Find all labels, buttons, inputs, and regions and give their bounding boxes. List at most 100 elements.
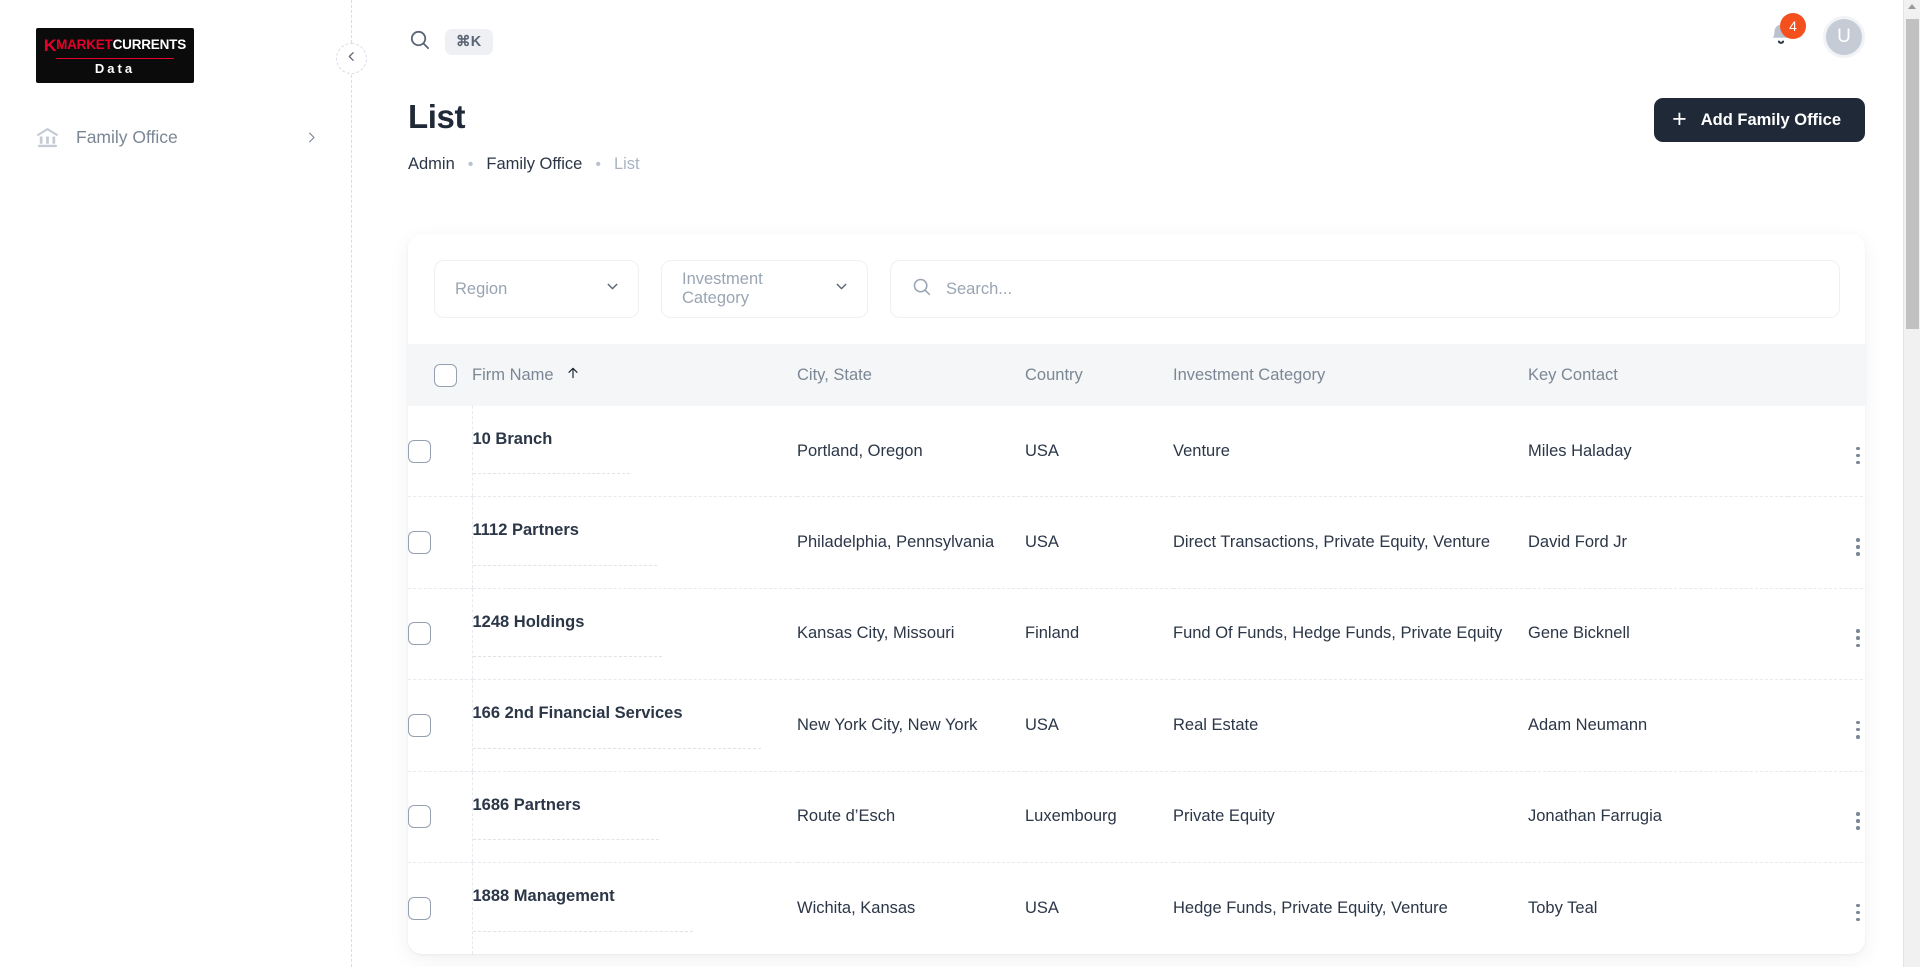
brand-wordmark: K MARKET CURRENTS <box>44 37 186 54</box>
cell-country: USA <box>1025 863 1173 954</box>
table-row[interactable]: 1248 Holdings Kansas City, Missouri Finl… <box>408 588 1865 679</box>
cell-key-contact: Toby Teal <box>1528 863 1788 954</box>
kebab-menu-icon[interactable] <box>1852 900 1864 926</box>
region-filter-select[interactable]: Region <box>434 260 639 318</box>
cell-key-contact: David Ford Jr <box>1528 497 1788 588</box>
firm-name-text: 10 Branch <box>473 428 631 474</box>
main-content: ⌘K 4 U List Admin <box>351 0 1920 967</box>
cell-investment-category: Private Equity <box>1173 771 1528 862</box>
brand-market-text: MARKET <box>56 38 113 52</box>
cell-actions <box>1788 680 1865 771</box>
row-checkbox[interactable] <box>408 897 431 920</box>
row-select-cell <box>408 588 472 679</box>
cell-actions <box>1788 588 1865 679</box>
row-checkbox[interactable] <box>408 805 431 828</box>
breadcrumb-separator: • <box>595 157 601 173</box>
cell-investment-category: Hedge Funds, Private Equity, Venture <box>1173 863 1528 954</box>
cell-city-state: Kansas City, Missouri <box>797 588 1025 679</box>
cell-firm-name[interactable]: 1248 Holdings <box>472 588 797 679</box>
filter-bar: Region Investment Category <box>408 234 1865 344</box>
select-all-checkbox[interactable] <box>434 364 457 387</box>
notifications-button[interactable]: 4 <box>1767 21 1797 53</box>
table-row[interactable]: 1112 Partners Philadelphia, Pennsylvania… <box>408 497 1865 588</box>
cell-firm-name[interactable]: 1112 Partners <box>472 497 797 588</box>
breadcrumb-separator: • <box>468 157 474 173</box>
firm-name-text: 166 2nd Financial Services <box>473 702 761 748</box>
sidebar-item-family-office[interactable]: Family Office <box>26 116 327 158</box>
add-family-office-label: Add Family Office <box>1701 111 1841 130</box>
avatar[interactable]: U <box>1823 16 1865 58</box>
scrollbar-up-arrow-icon[interactable] <box>1908 4 1916 9</box>
add-family-office-button[interactable]: + Add Family Office <box>1654 98 1865 142</box>
table-row[interactable]: 10 Branch Portland, Oregon USA Venture M… <box>408 406 1865 497</box>
row-checkbox[interactable] <box>408 714 431 737</box>
arrow-up-icon <box>565 365 581 386</box>
cell-actions <box>1788 497 1865 588</box>
cell-firm-name[interactable]: 166 2nd Financial Services <box>472 680 797 771</box>
table-row[interactable]: 166 2nd Financial Services New York City… <box>408 680 1865 771</box>
region-filter-label: Region <box>455 280 507 299</box>
row-checkbox[interactable] <box>408 531 431 554</box>
chevron-down-icon <box>833 278 850 300</box>
table-header-row: Firm Name City, State Country Investment… <box>408 344 1865 406</box>
cell-key-contact: Miles Haladay <box>1528 406 1788 497</box>
search-field-wrapper[interactable] <box>890 260 1840 318</box>
investment-category-filter-select[interactable]: Investment Category <box>661 260 868 318</box>
brand-k-mark: K <box>44 37 57 54</box>
cell-actions <box>1788 771 1865 862</box>
cell-firm-name[interactable]: 1888 Management <box>472 863 797 954</box>
kebab-menu-icon[interactable] <box>1852 717 1864 743</box>
breadcrumb-item-family-office[interactable]: Family Office <box>486 155 582 174</box>
firm-name-text: 1686 Partners <box>473 794 659 840</box>
cell-firm-name[interactable]: 1686 Partners <box>472 771 797 862</box>
table-body: 10 Branch Portland, Oregon USA Venture M… <box>408 406 1865 954</box>
global-search-trigger[interactable]: ⌘K <box>408 28 493 56</box>
cell-key-contact: Gene Bicknell <box>1528 588 1788 679</box>
cell-city-state: Route d’Esch <box>797 771 1025 862</box>
row-checkbox[interactable] <box>408 440 431 463</box>
sidebar: K MARKET CURRENTS Data Family Office <box>0 0 351 967</box>
table-header: Firm Name City, State Country Investment… <box>408 344 1865 406</box>
kebab-menu-icon[interactable] <box>1852 625 1864 651</box>
column-header-investment-category[interactable]: Investment Category <box>1173 344 1528 406</box>
cell-key-contact: Jonathan Farrugia <box>1528 771 1788 862</box>
search-input[interactable] <box>946 280 1819 299</box>
firm-name-text: 1888 Management <box>473 885 693 931</box>
kebab-menu-icon[interactable] <box>1852 808 1864 834</box>
cell-city-state: Wichita, Kansas <box>797 863 1025 954</box>
column-header-firm-name[interactable]: Firm Name <box>472 344 797 406</box>
cell-key-contact: Adam Neumann <box>1528 680 1788 771</box>
scrollbar-thumb[interactable] <box>1906 19 1919 329</box>
chevron-right-icon[interactable] <box>303 129 319 145</box>
column-header-label: Firm Name <box>472 366 554 385</box>
cell-investment-category: Direct Transactions, Private Equity, Ven… <box>1173 497 1528 588</box>
plus-icon: + <box>1672 107 1687 132</box>
table-row[interactable]: 1686 Partners Route d’Esch Luxembourg Pr… <box>408 771 1865 862</box>
bank-icon <box>34 124 60 150</box>
kebab-menu-icon[interactable] <box>1852 534 1864 560</box>
cell-country: Finland <box>1025 588 1173 679</box>
search-shortcut-key: ⌘K <box>445 29 493 56</box>
cell-country: Luxembourg <box>1025 771 1173 862</box>
search-icon <box>911 276 932 302</box>
row-select-cell <box>408 497 472 588</box>
top-bar: ⌘K 4 U <box>408 0 1890 84</box>
cell-firm-name[interactable]: 10 Branch <box>472 406 797 497</box>
brand-logo[interactable]: K MARKET CURRENTS Data <box>36 28 194 83</box>
cell-actions <box>1788 406 1865 497</box>
brand-divider-rule <box>56 58 174 60</box>
column-header-country[interactable]: Country <box>1025 344 1173 406</box>
column-header-key-contact[interactable]: Key Contact <box>1528 344 1788 406</box>
notification-count-badge: 4 <box>1780 13 1806 39</box>
cell-investment-category: Fund Of Funds, Hedge Funds, Private Equi… <box>1173 588 1528 679</box>
table-row[interactable]: 1888 Management Wichita, Kansas USA Hedg… <box>408 863 1865 954</box>
app-root: K MARKET CURRENTS Data Family Office <box>0 0 1920 967</box>
kebab-menu-icon[interactable] <box>1852 443 1864 469</box>
breadcrumb-item-admin[interactable]: Admin <box>408 155 455 174</box>
investment-category-filter-label: Investment Category <box>682 270 833 308</box>
page-scrollbar[interactable] <box>1903 0 1920 967</box>
breadcrumb-item-list: List <box>614 155 640 174</box>
row-checkbox[interactable] <box>408 622 431 645</box>
column-header-city-state[interactable]: City, State <box>797 344 1025 406</box>
sidebar-collapse-button[interactable] <box>336 43 367 74</box>
